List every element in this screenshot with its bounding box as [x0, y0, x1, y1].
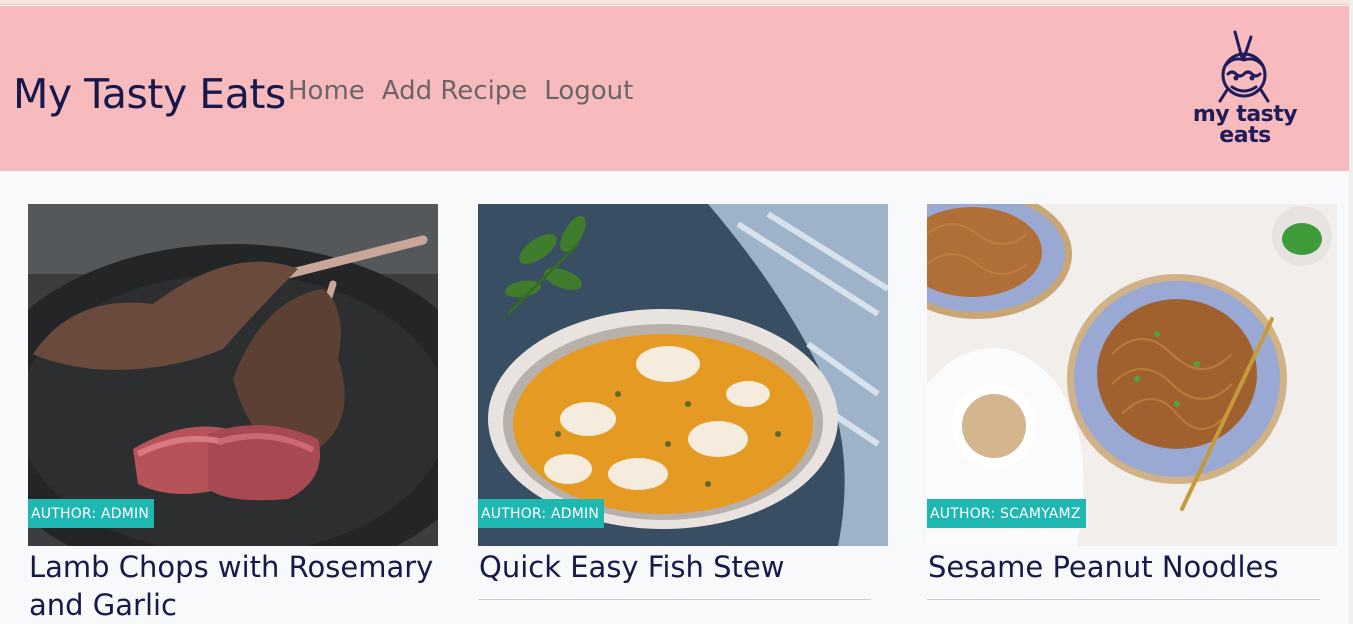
recipe-image-fish-stew[interactable]: AUTHOR: ADMIN — [478, 204, 888, 546]
scrollbar[interactable] — [1349, 0, 1353, 624]
recipe-card[interactable]: AUTHOR: ADMIN Lamb Chops with Rosemary a… — [28, 204, 438, 624]
recipe-title[interactable]: Quick Easy Fish Stew — [478, 548, 888, 586]
nav-home[interactable]: Home — [288, 76, 365, 106]
site-logo[interactable]: my tasty eats — [1180, 28, 1310, 156]
logo-wordmark: my tasty eats — [1180, 102, 1310, 148]
author-badge[interactable]: AUTHOR: ADMIN — [478, 499, 605, 528]
noodle-bowl-mascot-icon — [1218, 30, 1270, 103]
site-brand[interactable]: My Tasty Eats — [13, 70, 286, 118]
card-divider — [927, 599, 1320, 600]
recipe-image-sesame-noodles[interactable]: AUTHOR: SCAMYAMZ — [927, 204, 1337, 546]
recipe-card[interactable]: AUTHOR: ADMIN Quick Easy Fish Stew — [478, 204, 888, 600]
card-divider — [478, 599, 871, 600]
author-badge[interactable]: AUTHOR: SCAMYAMZ — [927, 499, 1086, 528]
logo-line-1: my tasty — [1192, 102, 1298, 127]
site-header: My Tasty Eats Home Add Recipe Logout my … — [0, 6, 1349, 171]
logo-line-2: eats — [1219, 123, 1271, 148]
nav-add-recipe[interactable]: Add Recipe — [382, 76, 528, 106]
recipe-title[interactable]: Lamb Chops with Rosemary and Garlic — [28, 548, 438, 624]
recipe-title[interactable]: Sesame Peanut Noodles — [927, 548, 1337, 586]
author-badge[interactable]: AUTHOR: ADMIN — [28, 499, 155, 528]
recipe-card[interactable]: AUTHOR: SCAMYAMZ Sesame Peanut Noodles — [927, 204, 1337, 600]
browser-top-edge — [0, 0, 1353, 5]
nav-logout[interactable]: Logout — [544, 76, 633, 106]
recipe-image-lamb-chops[interactable]: AUTHOR: ADMIN — [28, 204, 438, 546]
main-nav: Home Add Recipe Logout — [288, 76, 633, 106]
